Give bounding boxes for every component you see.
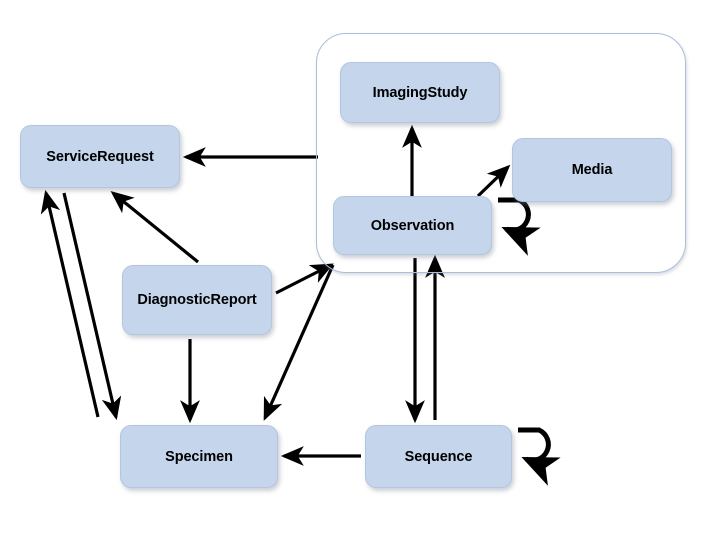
node-label-specimen: Specimen xyxy=(165,448,233,465)
node-label-imaging-study: ImagingStudy xyxy=(372,84,468,101)
node-sequence[interactable]: Sequence xyxy=(365,425,512,488)
node-observation[interactable]: Observation xyxy=(333,196,492,255)
edge-diagnostic-report-to-service-request xyxy=(110,190,200,264)
node-media[interactable]: Media xyxy=(512,138,672,202)
node-diagnostic-report[interactable]: DiagnosticReport xyxy=(122,265,272,335)
node-label-observation: Observation xyxy=(370,217,455,234)
node-imaging-study[interactable]: ImagingStudy xyxy=(340,62,500,123)
node-specimen[interactable]: Specimen xyxy=(120,425,278,488)
diagram-canvas: ServiceRequest ImagingStudy Media Observati… xyxy=(0,0,720,540)
edge-observation-to-specimen xyxy=(263,264,335,421)
node-label-diagnostic-report: DiagnosticReport xyxy=(137,292,257,308)
edge-sequence-self-loop xyxy=(518,427,561,486)
node-label-sequence: Sequence xyxy=(404,448,473,465)
node-label-media: Media xyxy=(571,162,613,178)
node-label-service-request: ServiceRequest xyxy=(46,148,154,165)
node-service-request[interactable]: ServiceRequest xyxy=(20,125,180,188)
